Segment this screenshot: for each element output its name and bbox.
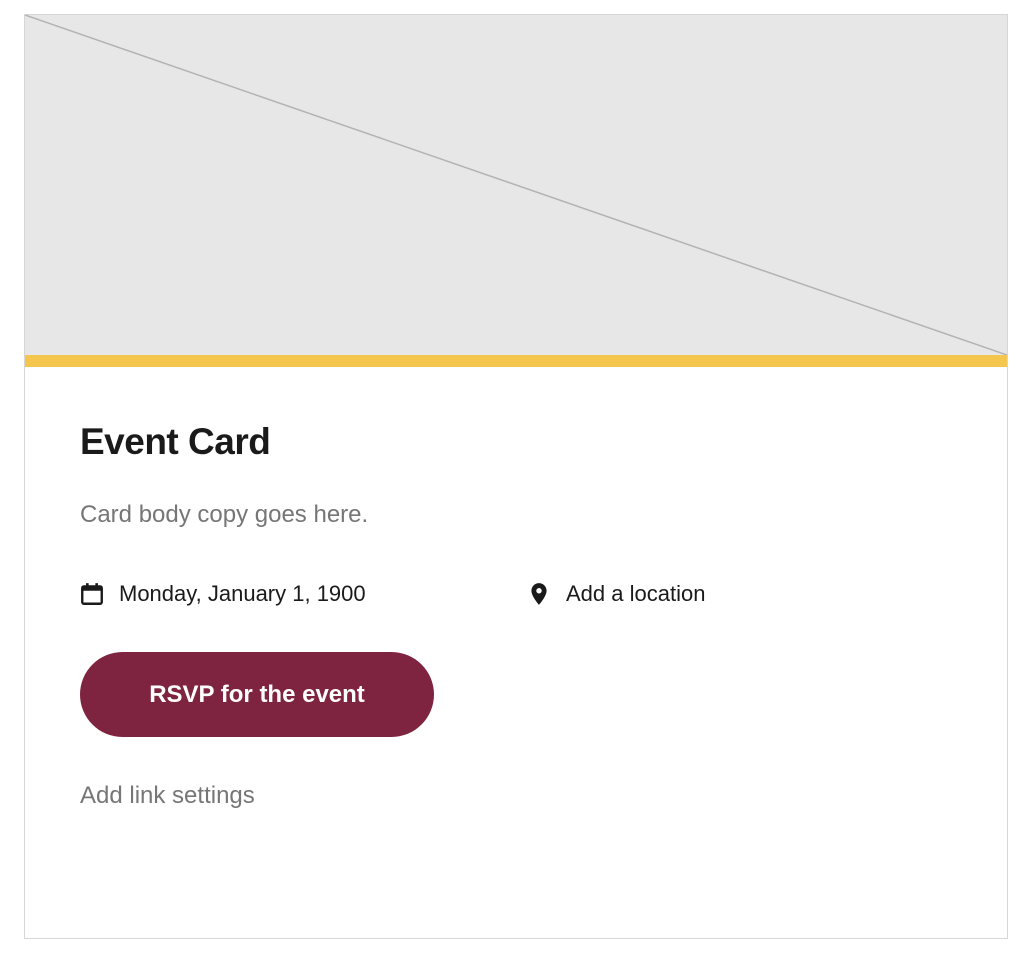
event-date-text: Monday, January 1, 1900 — [119, 581, 366, 606]
accent-bar — [25, 355, 1007, 367]
rsvp-button[interactable]: RSVP for the event — [80, 652, 434, 737]
calendar-icon — [79, 581, 105, 607]
image-placeholder-icon — [25, 15, 1007, 355]
event-date: Monday, January 1, 1900 — [79, 579, 366, 609]
add-link-settings-link[interactable]: Add link settings — [80, 782, 255, 810]
event-location: Add a location — [526, 579, 705, 609]
card-title: Event Card — [80, 421, 271, 462]
card-image-placeholder — [25, 15, 1007, 355]
event-location-text: Add a location — [566, 581, 706, 606]
event-card: Event Card Card body copy goes here. Mon… — [24, 14, 1008, 939]
card-body: Card body copy goes here. — [80, 501, 369, 528]
map-pin-icon — [526, 581, 552, 607]
